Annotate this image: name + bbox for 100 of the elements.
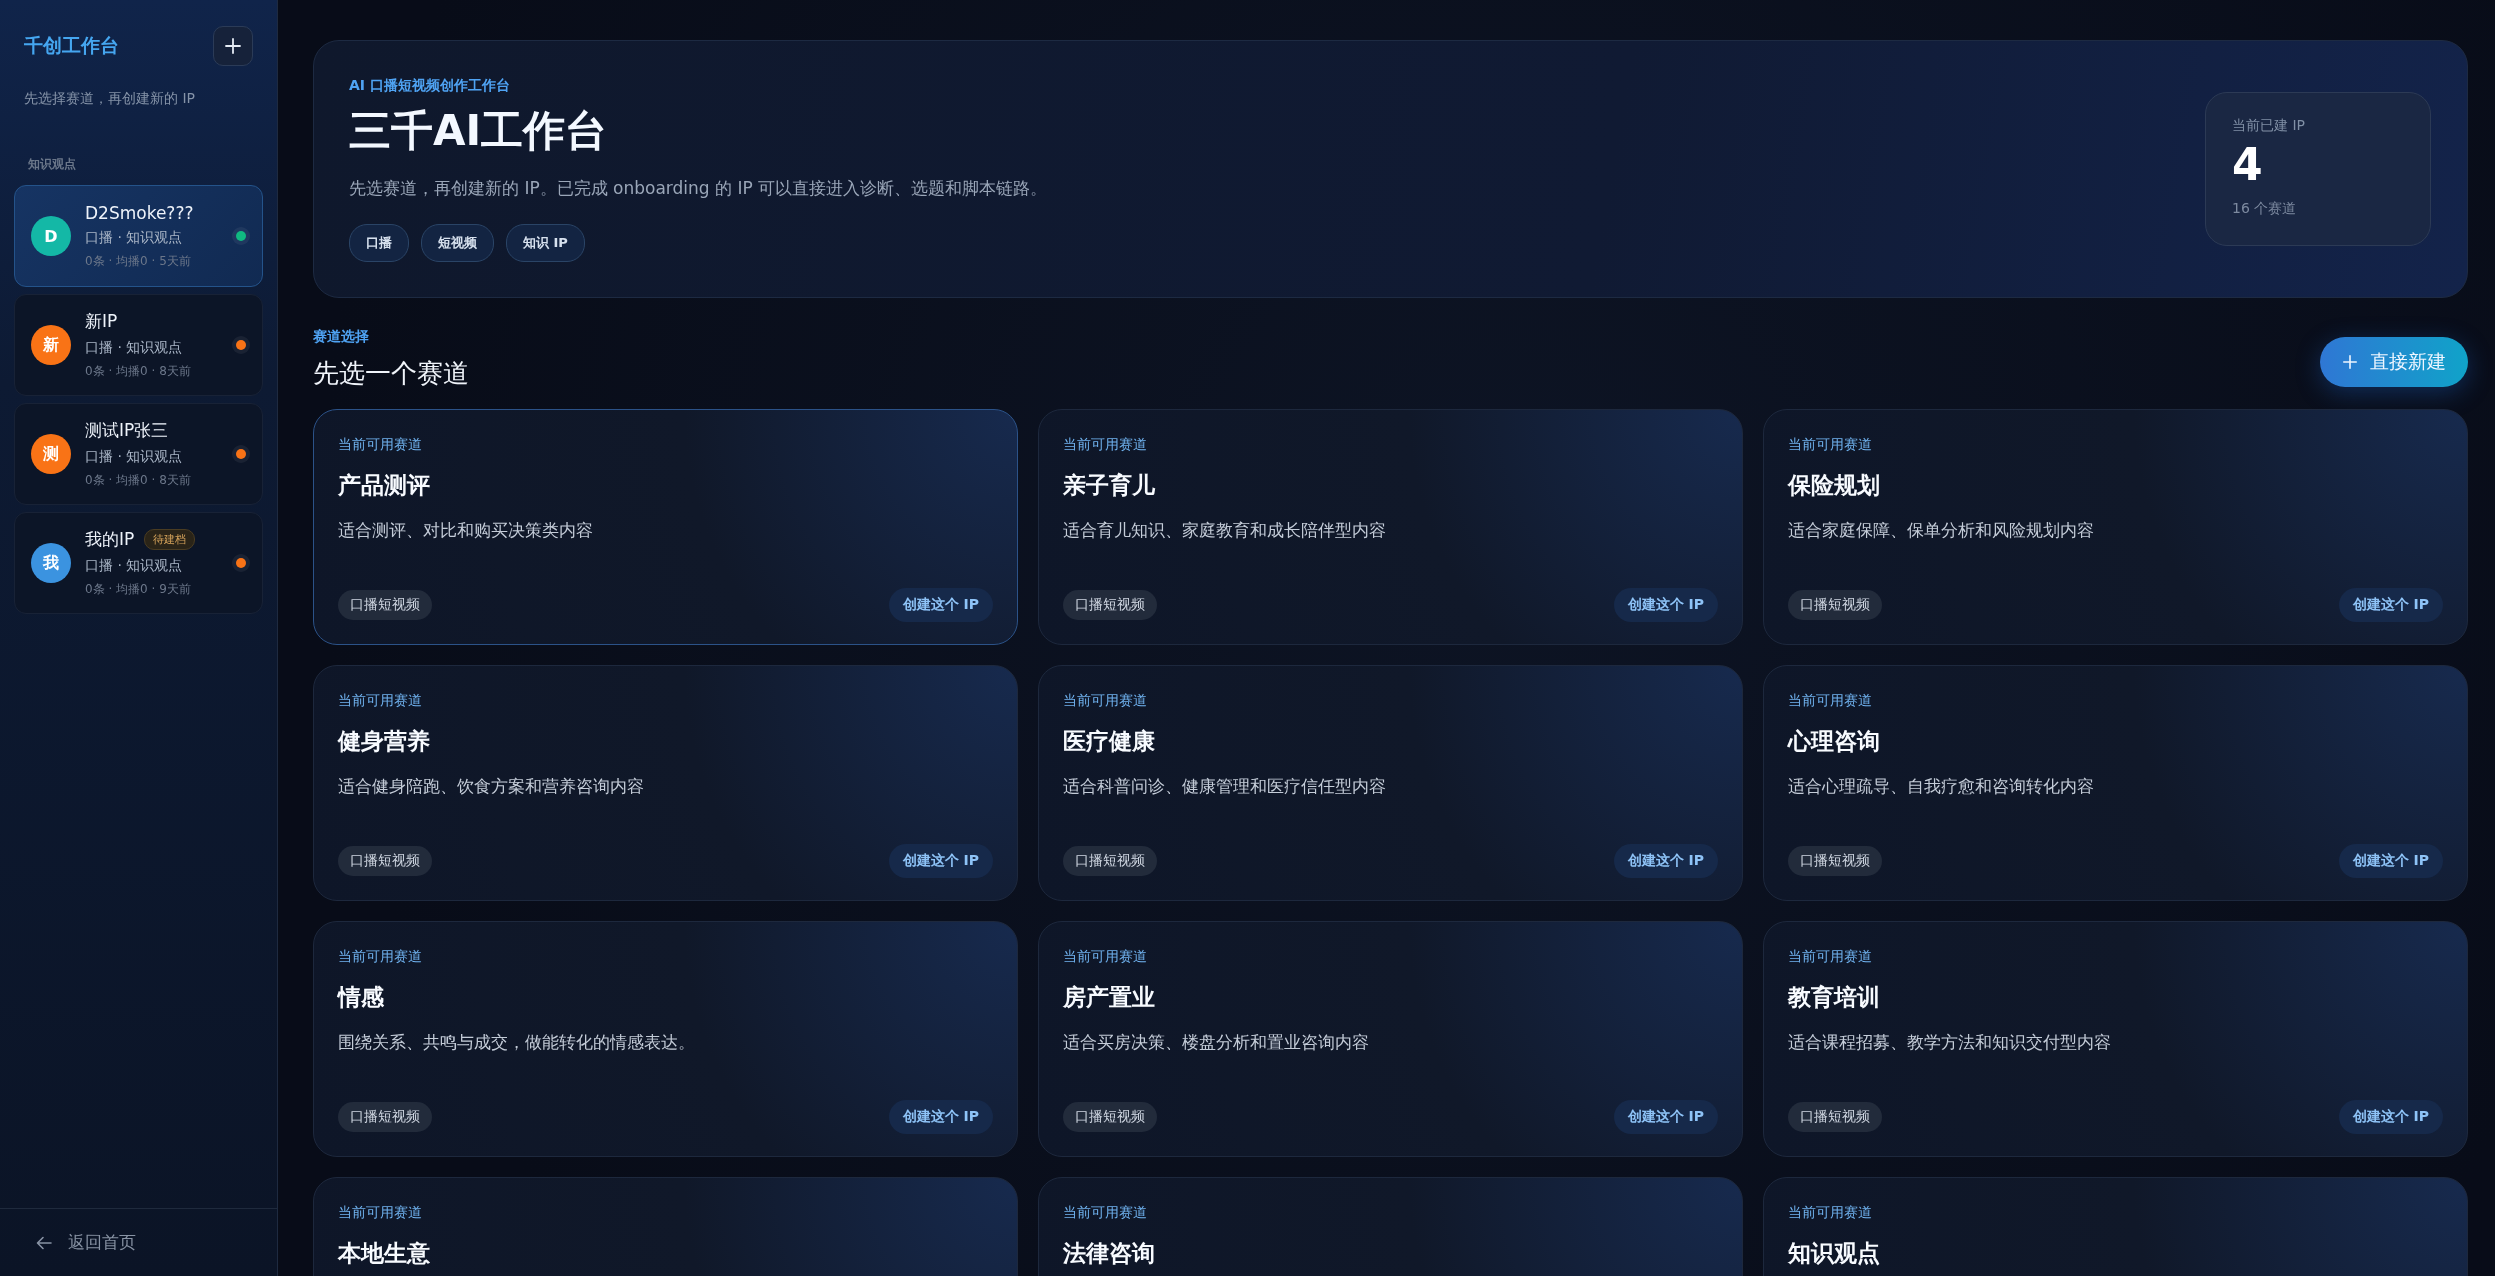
track-card[interactable]: 当前可用赛道 教育培训 适合课程招募、教学方法和知识交付型内容 口播短视频 创建这个 IP: [1763, 921, 2468, 1157]
track-title: 法律咨询: [1063, 1239, 1156, 1268]
track-card[interactable]: 当前可用赛道 保险规划 适合家庭保障、保单分析和风险规划内容 口播短视频 创建这个 IP: [1763, 409, 2468, 645]
track-label: 当前可用赛道: [1788, 948, 1873, 966]
stat-value: 4: [2232, 139, 2264, 190]
plus-icon: [2342, 354, 2358, 370]
create-ip-button[interactable]: 创建这个 IP: [1613, 1100, 1718, 1134]
track-label: 当前可用赛道: [1063, 948, 1148, 966]
create-ip-button[interactable]: 创建这个 IP: [2338, 844, 2443, 878]
track-card[interactable]: 当前可用赛道 房产置业 适合买房决策、楼盘分析和置业咨询内容 口播短视频 创建这个 IP: [1038, 921, 1743, 1157]
track-title: 本地生意: [338, 1239, 431, 1268]
track-description: 适合心理疏导、自我疗愈和咨询转化内容: [1788, 775, 2095, 798]
track-description: 适合育儿知识、家庭教育和成长陪伴型内容: [1063, 519, 1387, 542]
ip-list-item[interactable]: 测 测试IP张三 口播 · 知识观点 0条 · 均播0 · 8天前: [14, 403, 263, 505]
stat-caption: 16 个赛道: [2232, 200, 2298, 218]
track-card[interactable]: 当前可用赛道 本地生意: [313, 1177, 1018, 1276]
track-card[interactable]: 当前可用赛道 知识观点: [1763, 1177, 2468, 1276]
track-label: 当前可用赛道: [1788, 1204, 1873, 1222]
create-ip-button[interactable]: 创建这个 IP: [888, 588, 993, 622]
track-label: 当前可用赛道: [338, 1204, 423, 1222]
group-label: 知识观点: [27, 156, 77, 173]
sidebar-title: 千创工作台: [24, 33, 119, 58]
track-card[interactable]: 当前可用赛道 心理咨询 适合心理疏导、自我疗愈和咨询转化内容 口播短视频 创建这个 IP: [1763, 665, 2468, 901]
track-title: 健身营养: [338, 727, 431, 756]
ip-list-item[interactable]: 新 新IP 口播 · 知识观点 0条 · 均播0 · 8天前: [14, 294, 263, 396]
avatar: 测: [31, 434, 71, 474]
add-button[interactable]: [213, 26, 253, 66]
track-title: 知识观点: [1788, 1239, 1881, 1268]
format-tag: 口播短视频: [1788, 590, 1882, 620]
ip-stats: 0条 · 均播0 · 8天前: [85, 363, 192, 380]
tag-chip: 口播: [349, 223, 409, 262]
track-title: 产品测评: [338, 471, 431, 500]
ip-stats: 0条 · 均播0 · 5天前: [85, 252, 192, 270]
create-ip-button[interactable]: 创建这个 IP: [888, 844, 993, 878]
track-card[interactable]: 当前可用赛道 情感 围绕关系、共鸣与成交，做能转化的情感表达。 口播短视频 创建这个 IP: [313, 921, 1018, 1157]
track-card[interactable]: 当前可用赛道 健身营养 适合健身陪跑、饮食方案和营养咨询内容 口播短视频 创建这个 IP: [313, 665, 1018, 901]
track-title: 心理咨询: [1788, 727, 1881, 756]
section-eyebrow: 赛道选择: [313, 328, 370, 346]
track-title: 情感: [338, 983, 385, 1012]
track-card[interactable]: 当前可用赛道 法律咨询: [1038, 1177, 1743, 1276]
hero-eyebrow: AI 口播短视频创作工作台: [349, 76, 511, 95]
ip-name: D2Smoke???: [85, 202, 194, 223]
ip-stats: 0条 · 均播0 · 9天前: [85, 581, 192, 598]
track-description: 适合健身陪跑、饮食方案和营养咨询内容: [338, 775, 645, 798]
track-title: 保险规划: [1788, 471, 1881, 500]
format-tag: 口播短视频: [1063, 590, 1157, 620]
track-label: 当前可用赛道: [338, 692, 423, 710]
format-tag: 口播短视频: [1063, 1102, 1157, 1132]
back-home-link[interactable]: 返回首页: [36, 1231, 136, 1254]
section-title: 先选一个赛道: [313, 357, 469, 390]
format-tag: 口播短视频: [1788, 1102, 1882, 1132]
ip-meta: 口播 · 知识观点: [85, 228, 184, 247]
status-badge: 待建档: [144, 529, 196, 550]
track-card[interactable]: 当前可用赛道 亲子育儿 适合育儿知识、家庭教育和成长陪伴型内容 口播短视频 创建这个 IP: [1038, 409, 1743, 645]
avatar: 新: [31, 325, 71, 365]
avatar: D: [31, 216, 71, 256]
track-title: 房产置业: [1063, 983, 1156, 1012]
track-label: 当前可用赛道: [1788, 692, 1873, 710]
track-description: 适合测评、对比和购买决策类内容: [338, 519, 594, 542]
sidebar-subtitle: 先选择赛道，再创建新的 IP: [23, 89, 197, 108]
track-title: 医疗健康: [1063, 727, 1156, 756]
ip-list-item[interactable]: D D2Smoke??? 口播 · 知识观点 0条 · 均播0 · 5天前: [14, 185, 263, 287]
ip-name: 测试IP张三: [85, 419, 169, 442]
track-description: 适合科普问诊、健康管理和医疗信任型内容: [1063, 775, 1387, 798]
track-title: 亲子育儿: [1063, 471, 1156, 500]
plus-icon: [224, 37, 242, 55]
format-tag: 口播短视频: [338, 1102, 432, 1132]
track-label: 当前可用赛道: [338, 436, 423, 454]
track-description: 适合课程招募、教学方法和知识交付型内容: [1788, 1031, 2112, 1054]
avatar: 我: [31, 543, 71, 583]
track-description: 适合家庭保障、保单分析和风险规划内容: [1788, 519, 2095, 542]
ip-list-item[interactable]: 我 我的IP 待建档 口播 · 知识观点 0条 · 均播0 · 9天前: [14, 512, 263, 614]
track-title: 教育培训: [1788, 983, 1881, 1012]
track-description: 适合买房决策、楼盘分析和置业咨询内容: [1063, 1031, 1370, 1054]
create-ip-button[interactable]: 创建这个 IP: [1613, 844, 1718, 878]
tag-chip: 短视频: [421, 223, 494, 262]
format-tag: 口播短视频: [1788, 846, 1882, 876]
ip-meta: 口播 · 知识观点: [85, 339, 184, 357]
track-label: 当前可用赛道: [1063, 436, 1148, 454]
create-ip-button[interactable]: 创建这个 IP: [888, 1100, 993, 1134]
track-card[interactable]: 当前可用赛道 产品测评 适合测评、对比和购买决策类内容 口播短视频 创建这个 IP: [313, 409, 1018, 645]
track-description: 围绕关系、共鸣与成交，做能转化的情感表达。: [338, 1031, 696, 1054]
hero-description: 先选赛道，再创建新的 IP。已完成 onboarding 的 IP 可以直接进入诊断、选题和脚本链路。: [349, 176, 1048, 200]
ip-name: 我的IP: [85, 528, 135, 551]
ip-stats: 0条 · 均播0 · 8天前: [85, 472, 192, 489]
tag-chip: 知识 IP: [506, 223, 585, 262]
create-ip-button[interactable]: 创建这个 IP: [2338, 1100, 2443, 1134]
arrow-left-icon: [36, 1235, 52, 1250]
ip-meta: 口播 · 知识观点: [85, 557, 184, 575]
track-card[interactable]: 当前可用赛道 医疗健康 适合科普问诊、健康管理和医疗信任型内容 口播短视频 创建这个 IP: [1038, 665, 1743, 901]
create-ip-button[interactable]: 创建这个 IP: [2338, 588, 2443, 622]
stat-label: 当前已建 IP: [2232, 117, 2307, 135]
format-tag: 口播短视频: [338, 846, 432, 876]
track-label: 当前可用赛道: [1063, 1204, 1148, 1222]
format-tag: 口播短视频: [1063, 846, 1157, 876]
ip-meta: 口播 · 知识观点: [85, 448, 184, 466]
track-label: 当前可用赛道: [338, 948, 423, 966]
create-ip-button[interactable]: 创建这个 IP: [1613, 588, 1718, 622]
format-tag: 口播短视频: [338, 590, 432, 620]
track-label: 当前可用赛道: [1063, 692, 1148, 710]
